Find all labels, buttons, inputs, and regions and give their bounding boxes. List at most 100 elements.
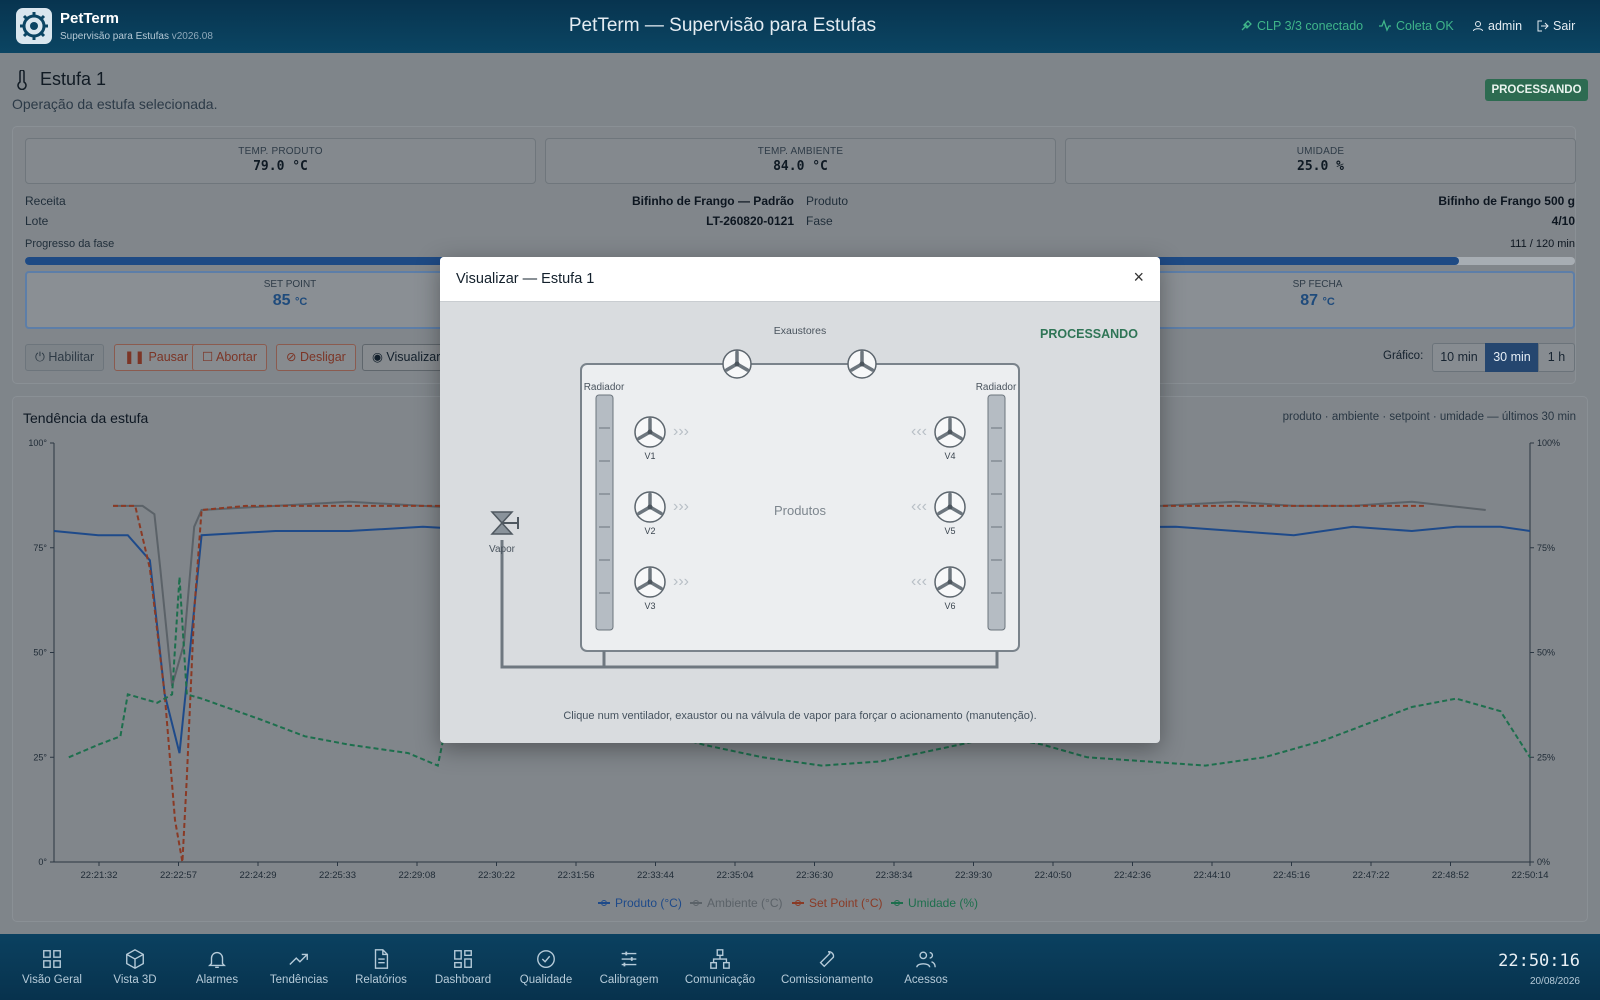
airflow-arrows: ››› [673,573,689,590]
x-tick-label: 22:29:08 [399,870,436,881]
visualizar-modal: Visualizar — Estufa 1 × Exaustores Radiad… [440,257,1160,743]
ventilador-V2[interactable] [634,491,666,523]
nav-item-label: Visão Geral [22,974,82,986]
exaustores-label: Exaustores [774,325,827,337]
x-tick-label: 22:22:57 [160,870,197,881]
y-tick-label-left: 25° [33,752,47,762]
nav-item-wrench[interactable]: Comissionamento [770,934,884,1000]
ventilador-label: V6 [944,601,955,611]
nav-item-label: Alarmes [195,974,239,986]
x-tick-label: 22:50:14 [1512,870,1549,881]
radiator-left [595,394,614,631]
y-tick-label-right: 75% [1537,543,1555,553]
nav-item-check-circle[interactable]: Qualidade [506,934,586,1000]
fan-hub [947,429,953,435]
legend-item-1: Ambiente (°C) [690,896,783,910]
x-tick-label: 22:24:29 [240,870,277,881]
vapor-label: Vapor [489,544,516,555]
nav-item-sliders[interactable]: Calibragem [588,934,670,1000]
fan-hub [647,429,653,435]
trending-icon [289,953,308,965]
x-tick-label: 22:48:52 [1432,870,1469,881]
nav-item-label: Vista 3D [113,974,157,986]
cube-icon [126,949,144,969]
airflow-arrows: ‹‹‹ [911,423,927,440]
nav-item-label: Comissionamento [780,974,874,986]
nav-item-network[interactable]: Comunicação [669,934,771,1000]
fan-hub [734,361,740,367]
ventilador-label: V2 [644,526,655,536]
ventilador-V5[interactable] [934,491,966,523]
ventilador-V1[interactable] [634,416,666,448]
nav-item-dashboard[interactable]: Dashboard [425,934,501,1000]
fan-hub [947,579,953,585]
nav-item-trending[interactable]: Tendências [263,934,335,1000]
y-tick-label-left: 0° [38,857,47,867]
nav-item-users[interactable]: Acessos [888,934,964,1000]
ventilador-label: V1 [644,451,655,461]
airflow-arrows: ‹‹‹ [911,498,927,515]
document-icon [374,949,389,969]
ventilador-label: V4 [944,451,955,461]
nav-item-label: Relatórios [355,974,407,986]
x-tick-label: 22:33:44 [637,870,674,881]
legend-item-0: Produto (°C) [598,896,682,910]
x-tick-label: 22:25:33 [319,870,356,881]
radiator-right [987,394,1006,631]
x-tick-label: 22:39:30 [955,870,992,881]
clock-date: 20/08/2026 [1529,976,1580,987]
close-icon[interactable]: × [1133,267,1144,288]
exaustor-2[interactable] [847,349,877,379]
clock-time: 22:50:16 [1498,951,1580,971]
x-tick-label: 22:40:50 [1035,870,1072,881]
fan-hub [859,361,865,367]
airflow-arrows: ››› [673,423,689,440]
y-tick-label-left: 100° [28,438,47,448]
sliders-icon [621,951,637,967]
y-tick-label-right: 100% [1537,438,1560,448]
x-tick-label: 22:31:56 [558,870,595,881]
legend-label: Set Point (°C) [809,896,883,910]
nav-item-bell[interactable]: Alarmes [187,934,247,1000]
y-tick-label-right: 0% [1537,857,1550,867]
nav-item-cube[interactable]: Vista 3D [105,934,165,1000]
y-tick-label-right: 50% [1537,648,1555,658]
legend-item-2: Set Point (°C) [792,896,883,910]
grid-icon [43,950,61,968]
nav-item-label: Calibragem [599,974,659,986]
nav-item-label: Comunicação [684,974,756,986]
fan-hub [647,504,653,510]
x-tick-label: 22:42:36 [1114,870,1151,881]
modal-title: Visualizar — Estufa 1 [456,271,595,287]
vapor-valve[interactable] [490,511,519,535]
ventilador-V6[interactable] [934,566,966,598]
nav-item-label: Qualidade [519,974,573,986]
check-circle-icon [537,950,555,968]
nav-item-label: Tendências [269,974,329,986]
x-tick-label: 22:44:10 [1194,870,1231,881]
radiador-right-label: Radiador [976,382,1017,393]
airflow-arrows: ››› [673,498,689,515]
exaustor-1[interactable] [722,349,752,379]
x-tick-label: 22:47:22 [1353,870,1390,881]
network-icon [710,949,730,969]
legend-label: Produto (°C) [615,896,682,910]
legend-label: Umidade (%) [908,896,978,910]
nav-item-document[interactable]: Relatórios [343,934,419,1000]
produtos-label: Produtos [774,503,827,518]
fan-hub [647,579,653,585]
legend-item-3: Umidade (%) [891,896,978,910]
ventilador-label: V5 [944,526,955,536]
x-tick-label: 22:38:34 [876,870,913,881]
ventilador-V3[interactable] [634,566,666,598]
ventilador-V4[interactable] [934,416,966,448]
fan-hub [947,504,953,510]
estufa-diagram: Exaustores Radiador Radiador Produtos V1 ››› V… [489,325,1020,669]
y-tick-label-left: 75° [33,543,47,553]
x-tick-label: 22:21:32 [81,870,118,881]
dashboard-icon [454,950,472,968]
x-tick-label: 22:30:22 [478,870,515,881]
nav-item-grid[interactable]: Visão Geral [22,934,82,1000]
airflow-arrows: ‹‹‹ [911,573,927,590]
nav-item-label: Dashboard [434,974,492,986]
